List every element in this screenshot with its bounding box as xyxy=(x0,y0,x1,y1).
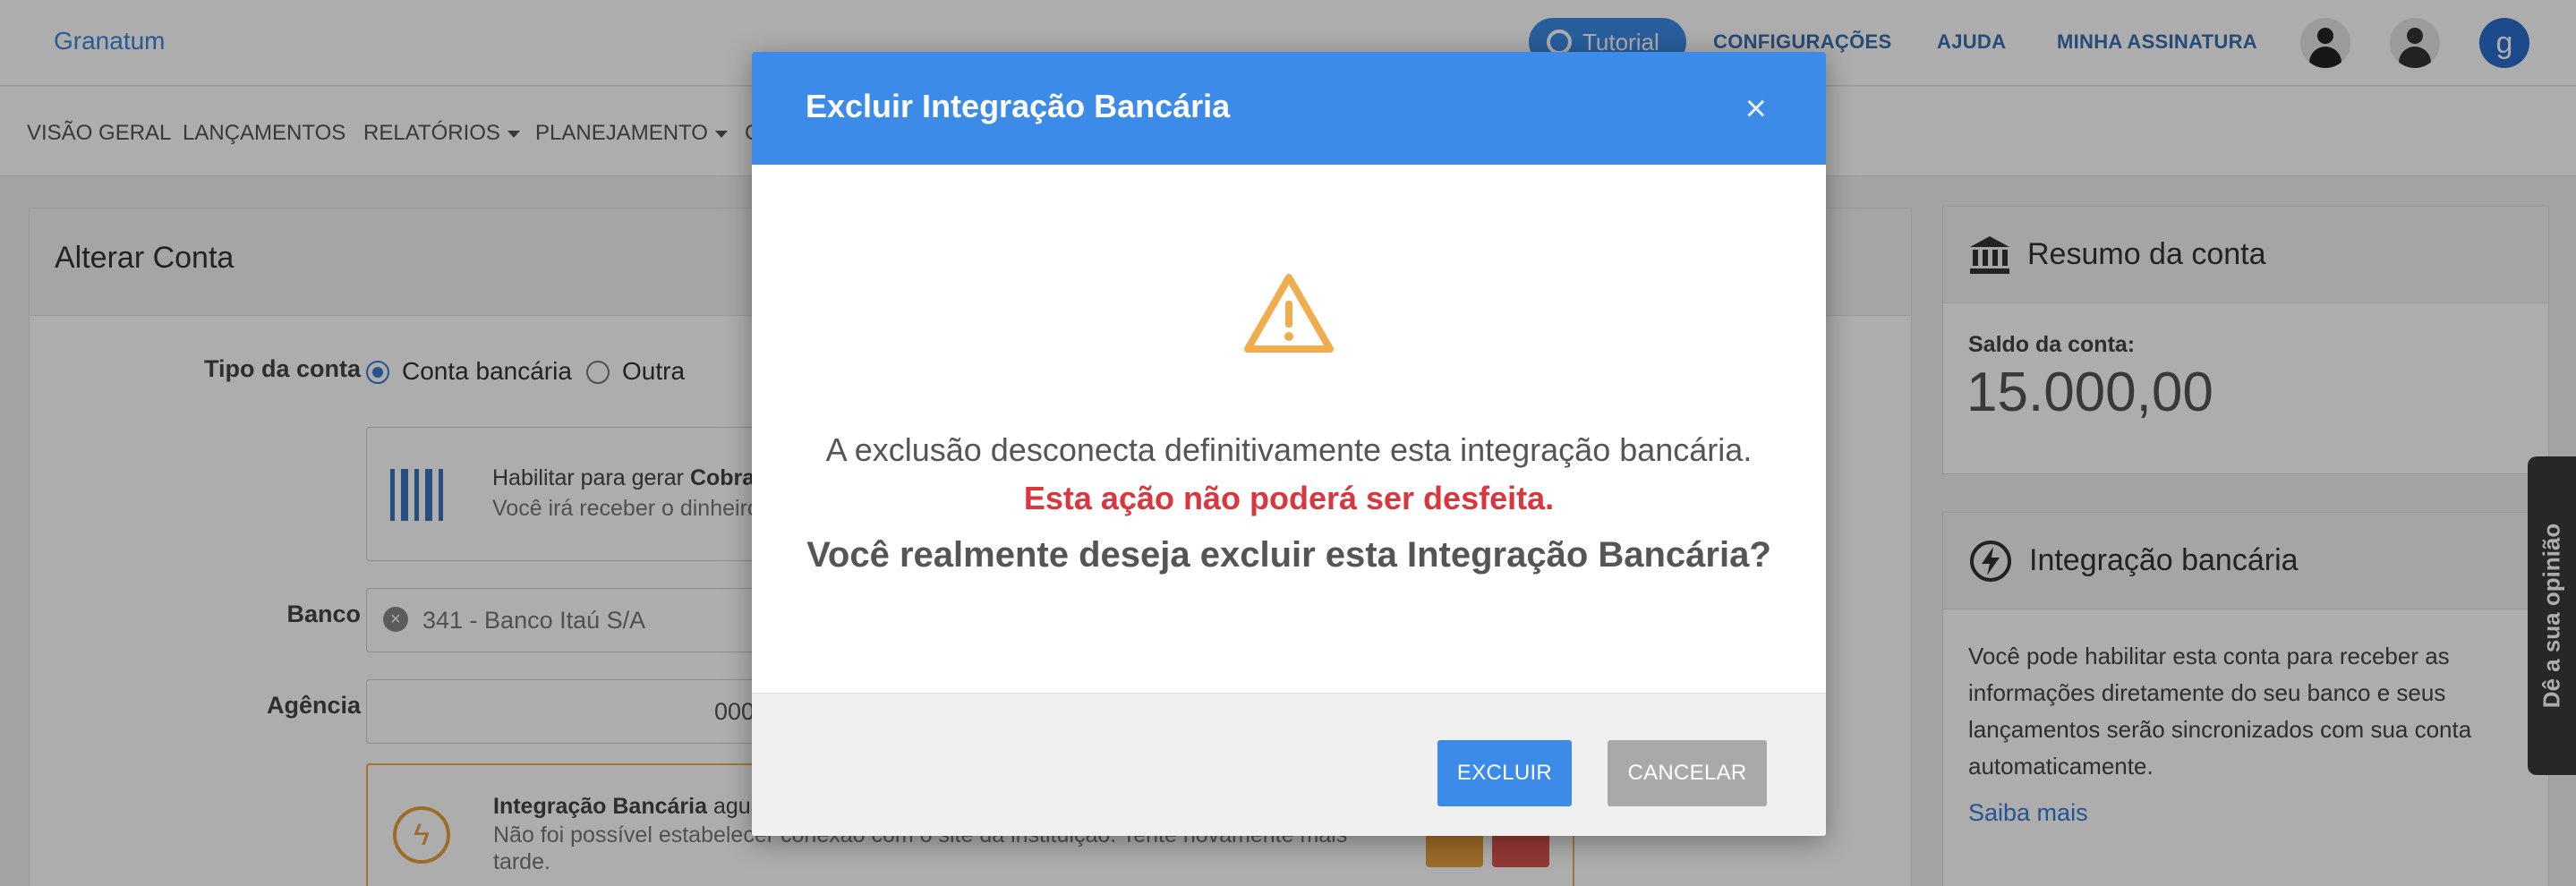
modal-footer: EXCLUIR CANCELAR xyxy=(752,693,1826,836)
modal-message: A exclusão desconecta definitivamente es… xyxy=(825,431,1753,468)
excluir-button[interactable]: EXCLUIR xyxy=(1437,740,1572,806)
modal-title: Excluir Integração Bancária xyxy=(806,88,1231,124)
modal-body: A exclusão desconecta definitivamente es… xyxy=(752,165,1826,745)
modal-header: Excluir Integração Bancária × xyxy=(752,52,1826,165)
excluir-integracao-modal: Excluir Integração Bancária × A exclusão… xyxy=(752,52,1826,836)
warning-icon xyxy=(1244,274,1334,353)
modal-question: Você realmente deseja excluir esta Integ… xyxy=(806,535,1771,575)
modal-warning-text: Esta ação não poderá ser desfeita. xyxy=(1023,480,1555,516)
cancelar-button[interactable]: CANCELAR xyxy=(1608,740,1767,806)
close-icon[interactable]: × xyxy=(1744,89,1767,127)
